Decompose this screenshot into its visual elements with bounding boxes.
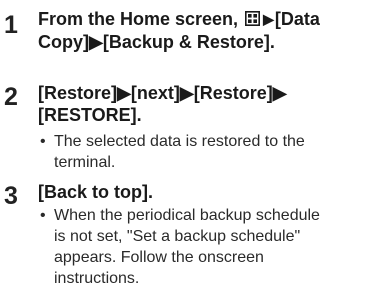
- note-line: instructions.: [54, 270, 140, 287]
- instruction-line: Copy]▶[Backup & Restore].: [38, 32, 275, 52]
- bullet: •: [40, 133, 46, 150]
- apps-grid-icon: [245, 11, 261, 26]
- instruction-line: [Back to top].: [38, 182, 153, 202]
- note-line: The selected data is restored to the: [54, 133, 305, 150]
- step-instruction: From the Home screen, ▶[Data Copy]▶[Back…: [38, 8, 363, 53]
- note-line: When the periodical backup schedule: [54, 207, 320, 224]
- step-body: [Restore]▶[next]▶[Restore]▶ [RESTORE]. •…: [38, 82, 363, 173]
- step-number: 2: [4, 83, 18, 111]
- instruction-line: From the Home screen, ▶[Data: [38, 8, 363, 31]
- note-line: appears. Follow the onscreen: [54, 249, 264, 266]
- step-instruction: [Back to top].: [38, 181, 363, 203]
- bullet: •: [40, 207, 46, 224]
- instruction-line: [Restore]▶[next]▶[Restore]▶: [38, 83, 287, 103]
- note-line: is not set, "Set a backup schedule": [54, 228, 301, 245]
- instruction-line: [RESTORE].: [38, 105, 142, 125]
- instruction-text: From the Home screen,: [38, 9, 244, 29]
- step-number: 3: [4, 182, 18, 210]
- step-number: 1: [4, 11, 18, 39]
- step-body: [Back to top]. • When the periodical bac…: [38, 181, 363, 289]
- instruction-text: [Data: [274, 9, 320, 29]
- instruction-page: 1 From the Home screen, ▶[Data Copy]▶[Ba…: [0, 0, 372, 302]
- arrow-icon: ▶: [263, 11, 274, 27]
- step-body: From the Home screen, ▶[Data Copy]▶[Back…: [38, 8, 363, 53]
- note-line: terminal.: [54, 154, 116, 171]
- step-instruction: [Restore]▶[next]▶[Restore]▶ [RESTORE].: [38, 82, 363, 126]
- step-note: • When the periodical backup schedule is…: [38, 205, 363, 289]
- step-note: • The selected data is restored to the t…: [38, 131, 363, 173]
